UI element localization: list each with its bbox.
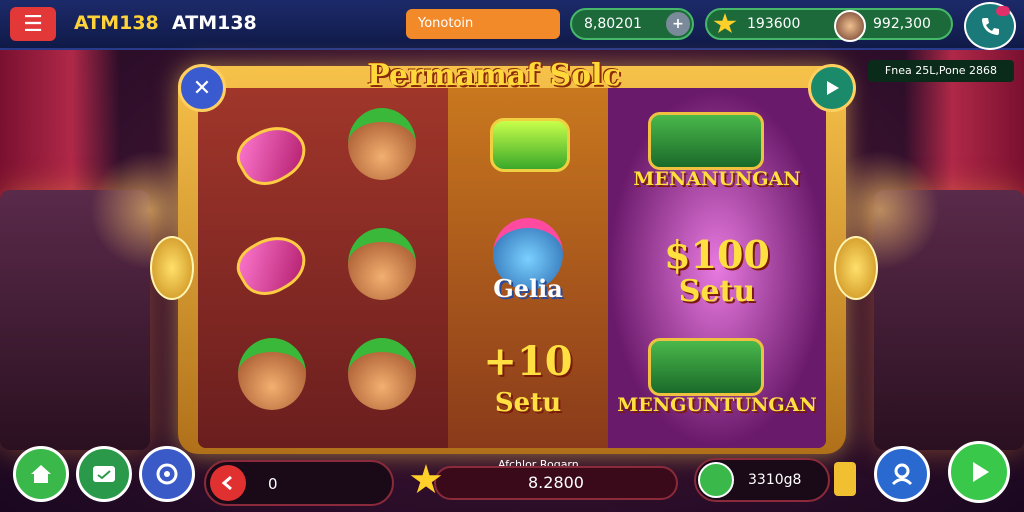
arrow-left-icon: [221, 475, 232, 491]
message-icon: [93, 466, 115, 482]
treasure-symbol: [648, 338, 764, 396]
user-avatar[interactable]: [834, 10, 866, 42]
balance-pill[interactable]: 8,80201 +: [570, 8, 694, 40]
slot-frame: Gelia +10 Setu MENANUNGAN $100 Setu MENG…: [178, 66, 846, 454]
credit-display: 3310g8: [694, 458, 830, 502]
green-gem-symbol: [490, 118, 570, 172]
search-input[interactable]: Yonotoin: [406, 9, 560, 39]
treasure-symbol: [648, 112, 764, 170]
user-icon: [891, 463, 913, 486]
coins-value: 193600: [747, 16, 801, 32]
reels-area: Gelia +10 Setu MENANUNGAN $100 Setu MENG…: [198, 88, 826, 448]
bonus-label-top: MENANUNGAN: [633, 168, 801, 190]
win-value: 8.2800: [434, 466, 678, 500]
game-title: Permamaf Solc: [367, 58, 621, 93]
home-icon: [31, 465, 51, 483]
brand-logo: ATM138: [74, 12, 159, 34]
profile-button[interactable]: [874, 446, 930, 502]
plus10-label: +10: [483, 338, 573, 385]
gear-icon: [156, 463, 178, 485]
next-button[interactable]: [808, 64, 856, 112]
close-icon: ✕: [192, 75, 212, 101]
hamburger-icon: ☰: [23, 11, 43, 37]
home-button[interactable]: [13, 446, 69, 502]
setu-label: Setu: [494, 388, 562, 418]
bet-control[interactable]: 0: [204, 460, 394, 506]
green-hat-face-symbol: [238, 338, 306, 410]
gift-icon: [698, 462, 734, 498]
notification-badge: [996, 6, 1010, 16]
menu-button[interactable]: ☰: [10, 7, 56, 41]
close-button[interactable]: ✕: [178, 64, 226, 112]
info-bar: Fnea 25L,Pone 2868: [868, 60, 1014, 82]
elf-face-symbol: [348, 338, 416, 410]
balance-value: 8,80201: [584, 16, 642, 32]
coins-pill[interactable]: 193600 992,300: [705, 8, 953, 40]
prize-value: $100: [664, 232, 770, 277]
notification-button[interactable]: [964, 2, 1016, 50]
trophy-icon[interactable]: [834, 462, 856, 496]
spin-button[interactable]: [948, 441, 1010, 503]
gold-coin-ornament: [834, 236, 878, 300]
top-bar: ☰ ATM138 ATM138 Yonotoin 8,80201 + 19360…: [0, 0, 1024, 50]
phone-icon: [982, 18, 999, 35]
play-icon: [973, 462, 989, 482]
decrease-bet-button[interactable]: [210, 465, 246, 501]
prize-setu-label: Setu: [678, 274, 756, 309]
bonus-label-bottom: MENGUNTUNGAN: [617, 394, 817, 416]
settings-button[interactable]: [139, 446, 195, 502]
play-triangle-icon: [827, 81, 839, 95]
chat-button[interactable]: [76, 446, 132, 502]
coins-secondary-value: 992,300: [873, 16, 931, 32]
win-display: Afchlor Rogarn 8.2800: [410, 458, 682, 504]
star-coin-icon: [713, 13, 737, 34]
reel-3: MENANUNGAN $100 Setu MENGUNTUNGAN: [608, 88, 826, 448]
gelia-label: Gelia: [493, 274, 563, 303]
pink-gem-symbol: [229, 224, 315, 306]
gold-coin-ornament: [150, 236, 194, 300]
brand-name: ATM138: [172, 12, 257, 34]
green-hat-face-symbol: [348, 108, 416, 180]
bet-value: 0: [268, 475, 278, 493]
pink-gem-symbol: [229, 114, 315, 196]
add-balance-button[interactable]: +: [666, 12, 690, 36]
reel-2: Gelia +10 Setu: [448, 88, 611, 448]
credit-value: 3310g8: [748, 472, 802, 488]
reel-1: [198, 88, 451, 448]
elf-face-symbol: [348, 228, 416, 300]
